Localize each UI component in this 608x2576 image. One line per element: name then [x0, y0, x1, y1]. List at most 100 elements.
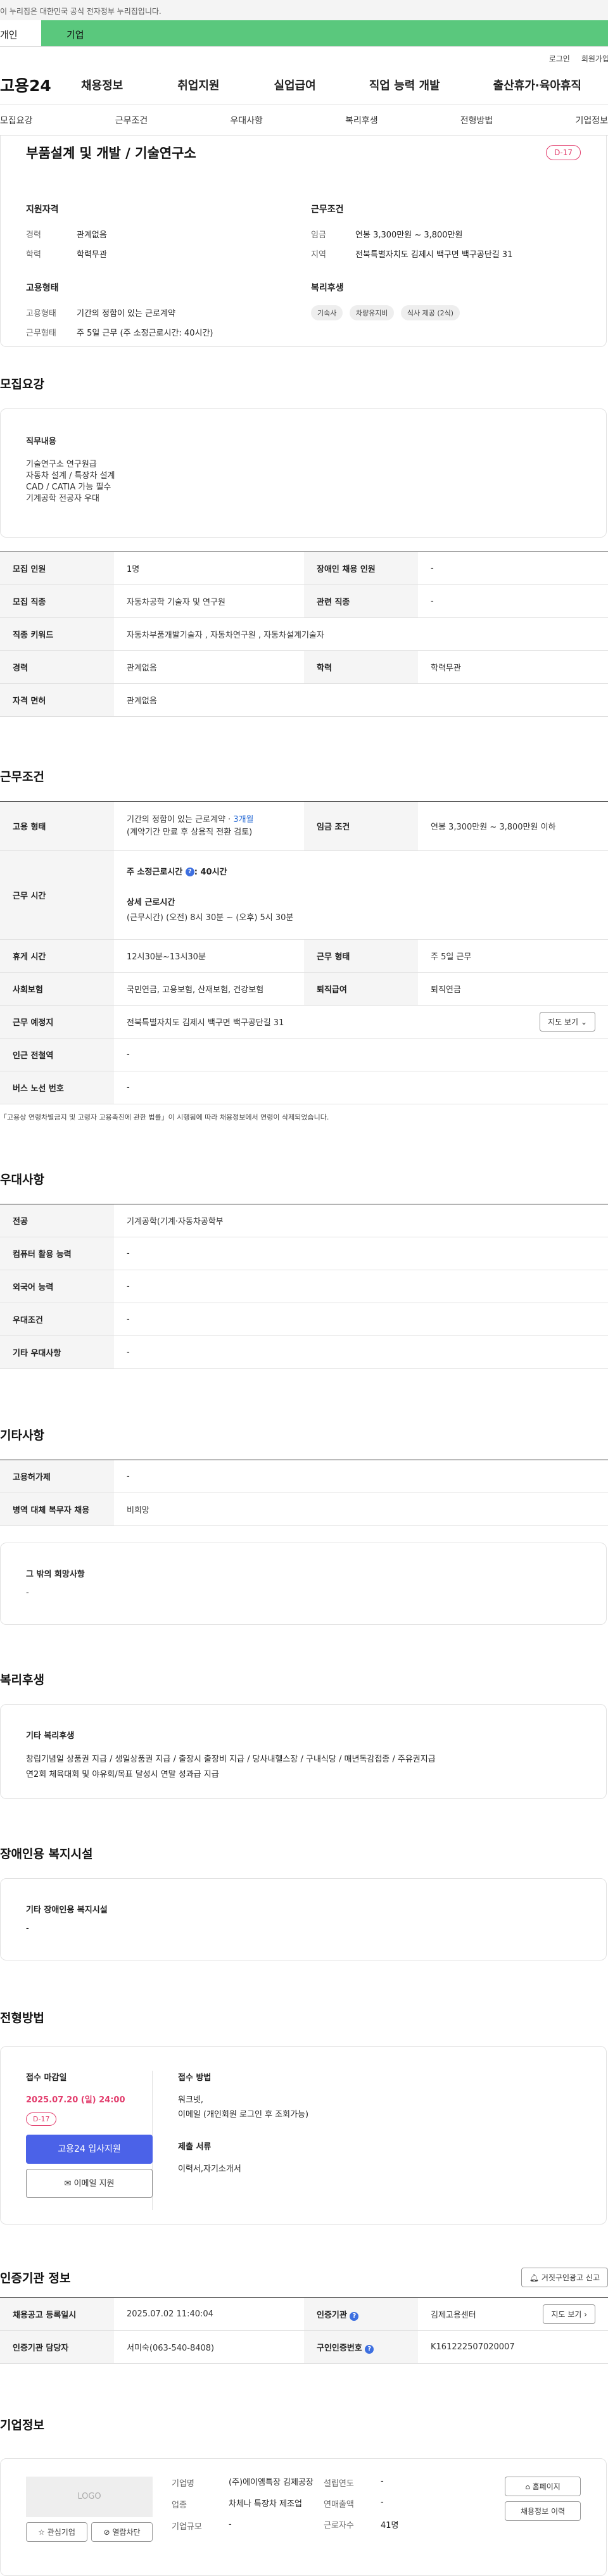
subway-value: - — [114, 1038, 608, 1071]
hours-detail-heading: 상세 근로시간 — [127, 897, 175, 907]
disabled-section-title: 장애인용 복지시설 — [0, 1847, 93, 1861]
duty-line: CAD / CATIA 가능 필수 — [26, 483, 111, 492]
wage-label: 임금 — [311, 230, 326, 240]
gnb-menu-unemployment-benefit[interactable]: 실업급여 — [274, 77, 316, 93]
tab-personal[interactable]: 개인 — [0, 20, 41, 46]
emptype-value: 기간의 정함이 있는 근로계약 — [77, 309, 175, 319]
email-apply-button[interactable]: ✉ 이메일 지원 — [26, 2169, 153, 2198]
job-keyword-label: 직종 키워드 — [0, 617, 114, 651]
agency-map-label: 지도 보기 — [551, 2310, 582, 2319]
agency-section-title: 인증기관 정보 — [0, 2271, 71, 2285]
apply-button[interactable]: 고용24 입사지원 — [26, 2135, 153, 2164]
info-icon[interactable]: ? — [185, 868, 194, 876]
preference-condition-label: 우대조건 — [0, 1303, 114, 1336]
hope-heading: 그 밖의 희망사항 — [26, 1570, 85, 1579]
deadline-value: 2025.07.20 (일) 24:00 — [26, 2095, 125, 2105]
agency-map-button[interactable]: 지도 보기 › — [543, 2304, 595, 2324]
career-label: 경력 — [26, 230, 41, 240]
subtab-selection[interactable]: 전형방법 — [460, 114, 493, 127]
hiring-history-button[interactable]: 채용정보 이력 — [505, 2501, 581, 2521]
summary-card: 부품설계 및 개발 / 기술연구소 D-17 지원자격 경력 관계없음 학력 학력무… — [0, 136, 607, 347]
reqno-value: K161222507020007 — [418, 2330, 608, 2364]
related-job-label: 관련 직종 — [304, 584, 418, 618]
home-icon: ⌂ — [525, 2482, 530, 2491]
gnb-menu-jobs[interactable]: 채용정보 — [81, 77, 123, 93]
founded-label: 설립연도 — [324, 2479, 354, 2489]
block-company-button[interactable]: ⊘ 열람차단 — [91, 2522, 153, 2542]
qualification-heading: 지원자격 — [26, 205, 59, 215]
employees-value: 41명 — [381, 2521, 399, 2530]
computer-skill-value: - — [114, 1237, 608, 1270]
join-link[interactable]: 회원가입 — [581, 53, 608, 65]
employ-permit-value: - — [114, 1460, 608, 1493]
wage-condition-value: 연봉 3,300만원 ~ 3,800만원 이하 — [418, 801, 608, 851]
favorite-company-button[interactable]: ☆ 관심기업 — [26, 2522, 87, 2542]
hope-value: - — [26, 1588, 29, 1598]
login-link[interactable]: 로그인 — [549, 53, 570, 65]
report-button[interactable]: 🔔︎ 거짓구인광고 신고 — [521, 2268, 608, 2287]
reqno-label-cell: 구인인증번호 ? — [304, 2330, 418, 2364]
info-icon[interactable]: ? — [365, 2344, 374, 2354]
emp-form-note: (계약기간 만료 후 상용직 전환 검토) — [127, 827, 253, 837]
method-value-email: 이메일 (개인회원 로그인 후 조회가능) — [178, 2110, 309, 2119]
welfare-chip: 차량유지비 — [349, 305, 395, 320]
emp-form-label: 고용 형태 — [0, 801, 114, 851]
chevron-down-icon: ⌄ — [580, 1018, 587, 1026]
gov-banner: 이 누리집은 대한민국 공식 전자정부 누리집입니다. — [0, 0, 608, 20]
gnb-menu-parental-leave[interactable]: 출산휴가·육아휴직 — [493, 77, 581, 93]
tab-company[interactable]: 기업 — [41, 20, 608, 46]
welfare-box: 기타 복리후생 창립기념일 상품권 지급 / 생일상품권 지급 / 출장시 출장… — [0, 1704, 607, 1799]
wage-condition-label: 임금 조건 — [304, 801, 418, 851]
insurance-value: 국민연금, 고용보험, 산재보험, 건강보험 — [114, 972, 304, 1006]
break-time-label: 휴게 시간 — [0, 939, 114, 973]
headcount-label: 모집 인원 — [0, 552, 114, 585]
subtab-recruit[interactable]: 모집요강 — [0, 114, 33, 127]
gnb-menu-training[interactable]: 직업 능력 개발 — [369, 77, 440, 93]
welfare-box-heading: 기타 복리후생 — [26, 1731, 75, 1741]
map-view-button[interactable]: 지도 보기 ⌄ — [540, 1012, 595, 1032]
job-keyword-value: 자동차부품개발기술자 , 자동차연구원 , 자동차설계기술자 — [114, 617, 608, 651]
reqno-label: 구인인증번호 — [317, 2343, 362, 2353]
employment-heading: 고용형태 — [26, 283, 59, 293]
subtab-welfare[interactable]: 복리후생 — [345, 114, 378, 127]
bus-label: 버스 노선 번호 — [0, 1071, 114, 1104]
career-row-label: 경력 — [0, 650, 114, 684]
info-icon[interactable]: ? — [350, 2311, 359, 2321]
emptype-label: 고용형태 — [26, 309, 56, 319]
founded-value: - — [381, 2477, 384, 2486]
career-value: 관계없음 — [77, 230, 107, 240]
agency-label: 인증기관 — [317, 2310, 347, 2320]
industry-value: 차체나 특장차 제조업 — [229, 2499, 302, 2509]
major-label: 전공 — [0, 1204, 114, 1237]
work-conditions-heading: 근무조건 — [311, 205, 344, 215]
other-preference-label: 기타 우대사항 — [0, 1335, 114, 1369]
disabled-box-heading: 기타 장애인용 복지시설 — [26, 1905, 108, 1915]
recruit-table: 모집 인원 1명 장애인 채용 인원 - 모집 직종 자동차공학 기술자 및 연… — [0, 552, 608, 717]
duty-box: 직무내용 기술연구소 연구원급 자동차 설계 / 특장차 설계 CAD / CA… — [0, 408, 607, 538]
subtab-company[interactable]: 기업정보 — [575, 114, 608, 127]
disabled-hire-label: 장애인 채용 인원 — [304, 552, 418, 585]
preference-section-title: 우대사항 — [0, 1173, 44, 1187]
education-row-value: 학력무관 — [418, 650, 608, 684]
subtab-preference[interactable]: 우대사항 — [230, 114, 263, 127]
manager-label: 인증기관 담당자 — [0, 2330, 114, 2364]
computer-skill-label: 컴퓨터 활용 능력 — [0, 1237, 114, 1270]
disabled-box: 기타 장애인용 복지시설 - — [0, 1878, 607, 1960]
company-name-label: 기업명 — [172, 2479, 194, 2489]
hours-detail-value: (근무시간) (오전) 8시 30분 ~ (오후) 5시 30분 — [127, 912, 294, 923]
company-name-value: (주)에이엠특장 김제공장 — [229, 2478, 314, 2487]
manager-value: 서미숙(063-540-8408) — [114, 2330, 304, 2364]
sales-value: - — [381, 2497, 384, 2507]
homepage-button[interactable]: ⌂ 홈페이지 — [505, 2477, 581, 2496]
duty-line: 기술연구소 연구원급 — [26, 460, 97, 469]
bus-value: - — [114, 1071, 608, 1104]
gnb-menu-employment-support[interactable]: 취업지원 — [177, 77, 219, 93]
duty-line: 기계공학 전공자 우대 — [26, 494, 99, 503]
subtab-conditions[interactable]: 근무조건 — [115, 114, 148, 127]
worktype-label: 근무형태 — [26, 329, 56, 338]
duty-line: 자동차 설계 / 특장차 설계 — [26, 471, 115, 481]
language-value: - — [114, 1270, 608, 1303]
work-form-value: 주 5일 근무 — [418, 939, 608, 973]
agency-label-cell: 인증기관 ? — [304, 2297, 418, 2331]
site-logo[interactable]: 고용24 — [0, 73, 81, 96]
